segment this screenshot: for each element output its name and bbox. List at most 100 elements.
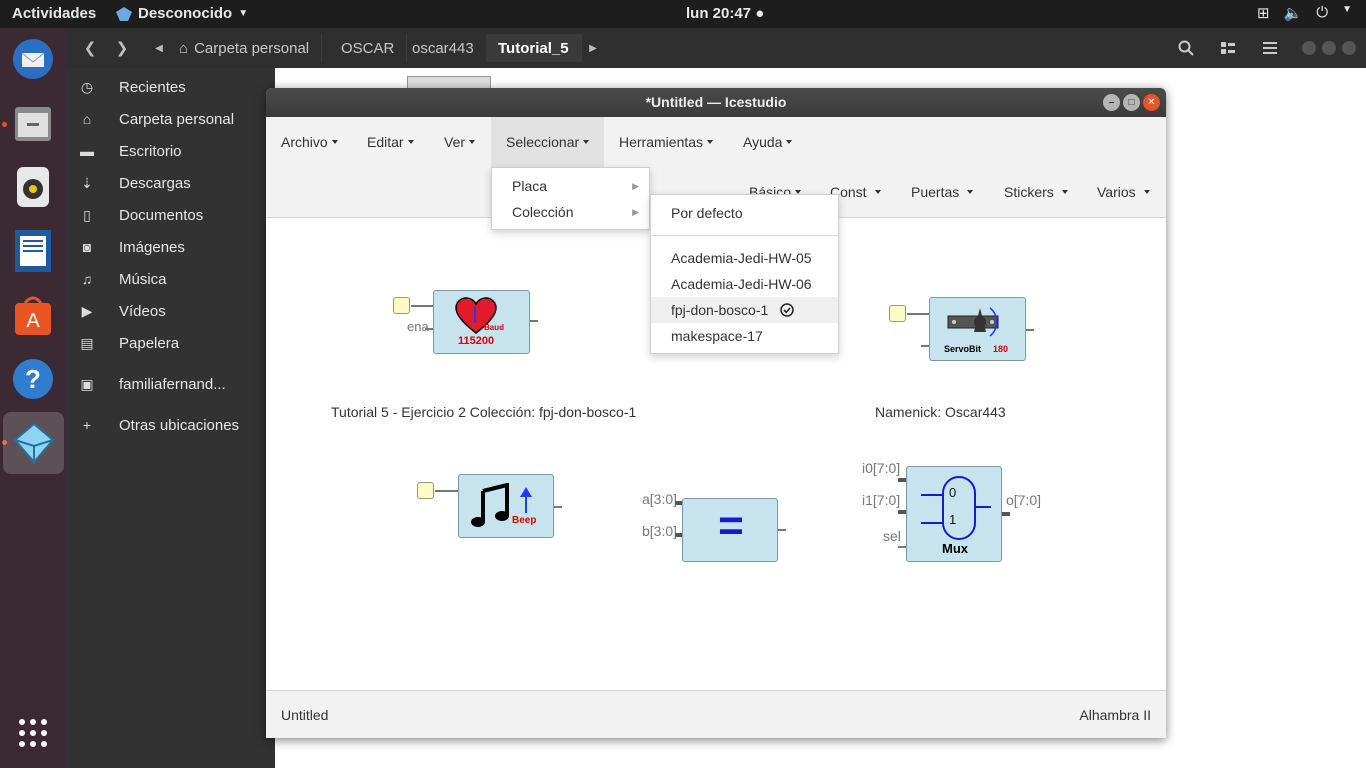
files-launcher[interactable] <box>8 98 58 148</box>
show-apps-button[interactable] <box>8 708 58 758</box>
sidebar-item-descargas[interactable]: ⇣ Descargas <box>67 169 275 197</box>
software-center-icon: A <box>15 296 51 335</box>
sidebar-item-documentos[interactable]: ▯ Documentos <box>67 201 275 229</box>
close-button[interactable] <box>1341 34 1357 62</box>
writer-launcher[interactable] <box>8 226 58 276</box>
info-note-namenick[interactable]: Namenick: Oscar443 <box>875 404 1006 420</box>
beep-block[interactable]: Beep <box>458 474 554 538</box>
board-name[interactable]: Alhambra II <box>1079 707 1151 723</box>
software-launcher[interactable]: A <box>8 290 58 340</box>
input-pin-box[interactable] <box>417 482 434 499</box>
sidebar-item-musica[interactable]: ♫ Música <box>67 265 275 293</box>
app-menu[interactable]: Desconocido ▼ <box>116 5 248 22</box>
servo-value: 180 <box>993 344 1009 354</box>
menu-ayuda[interactable]: Ayuda <box>728 117 807 167</box>
activities-button[interactable]: Actividades <box>12 5 96 22</box>
thunderbird-icon <box>13 39 53 79</box>
forward-button[interactable]: ❯ <box>107 34 137 62</box>
maximize-button[interactable] <box>1321 34 1337 62</box>
menu-divider <box>651 235 838 236</box>
bus-wire <box>1002 512 1010 516</box>
breadcrumb-oscar443[interactable]: oscar443 <box>400 34 487 62</box>
breadcrumb-home[interactable]: ⌂ Carpeta personal <box>167 34 323 62</box>
breadcrumb-oscar[interactable]: OSCAR <box>329 34 408 62</box>
wire <box>778 529 786 531</box>
sidebar-item-otras-ubicaciones[interactable]: + Otras ubicaciones <box>67 411 275 439</box>
menu-herramientas[interactable]: Herramientas <box>604 117 728 167</box>
sidebar-item-network-drive[interactable]: ▣ familiafernand... <box>67 370 275 398</box>
collection-item-fpj-don-bosco[interactable]: fpj-don-bosco-1 <box>651 297 838 323</box>
clock[interactable]: lun 20:47 ● <box>686 5 764 22</box>
collection-item-academia-06[interactable]: Academia-Jedi-HW-06 <box>651 271 838 297</box>
wire <box>554 506 562 508</box>
breadcrumb-scroll-right[interactable]: ▶ <box>585 34 601 62</box>
equal-comparator-block[interactable]: = <box>682 498 778 562</box>
collection-item-academia-05[interactable]: Academia-Jedi-HW-05 <box>651 245 838 271</box>
menu-editar[interactable]: Editar <box>352 117 429 167</box>
rhythmbox-launcher[interactable] <box>8 162 58 212</box>
menu-seleccionar[interactable]: Seleccionar <box>491 117 605 167</box>
minimize-button[interactable] <box>1301 34 1317 62</box>
sidebar-item-label: familiafernand... <box>119 375 226 393</box>
minimize-button[interactable]: – <box>1103 94 1120 111</box>
home-icon: ⌂ <box>82 111 92 127</box>
menu-ver[interactable]: Ver <box>429 117 490 167</box>
back-button[interactable]: ❮ <box>75 34 105 62</box>
baud-value: 115200 <box>458 335 495 347</box>
breadcrumb-tutorial5[interactable]: Tutorial_5 <box>486 34 582 62</box>
servo-block[interactable]: ServoBit 180 <box>929 297 1026 361</box>
icestudio-launcher[interactable] <box>3 412 64 474</box>
caret-down-icon <box>407 140 414 144</box>
menu-item-placa[interactable]: Placa ▶ <box>492 173 649 199</box>
sidebar-item-videos[interactable]: ▶ Vídeos <box>67 297 275 325</box>
music-icon: ♫ <box>81 271 93 287</box>
sidebar-item-carpeta-personal[interactable]: ⌂ Carpeta personal <box>67 105 275 133</box>
serial-tx-block[interactable]: Baud 115200 <box>433 290 530 354</box>
sidebar-item-imagenes[interactable]: ◙ Imágenes <box>67 233 275 261</box>
maximize-button[interactable]: □ <box>1123 94 1140 111</box>
wire <box>425 328 433 330</box>
port-label-b: b[3:0] <box>642 523 678 539</box>
app-icon <box>116 6 132 21</box>
caret-down-icon <box>786 140 793 144</box>
toolbar-puertas[interactable]: Puertas <box>911 167 974 217</box>
toolbar-varios[interactable]: Varios <box>1097 167 1150 217</box>
select-menu-dropdown: Placa ▶ Colección ▶ <box>491 167 650 230</box>
sidebar-item-recientes[interactable]: ◷ Recientes <box>67 73 275 101</box>
sidebar-item-label: Recientes <box>119 78 186 96</box>
video-icon: ▶ <box>81 302 93 319</box>
mux-block[interactable]: 0 1 Mux <box>906 466 1002 562</box>
menu-item-label: makespace-17 <box>671 328 763 344</box>
search-button[interactable] <box>1171 34 1201 62</box>
close-button[interactable]: ✕ <box>1143 94 1160 111</box>
caret-down-icon <box>469 140 476 144</box>
toolbar-label: Stickers <box>1004 184 1054 200</box>
camera-icon: ◙ <box>82 239 92 255</box>
help-launcher[interactable]: ? <box>8 354 58 404</box>
input-pin-box[interactable] <box>393 297 410 314</box>
toolbar-stickers[interactable]: Stickers <box>1004 167 1068 217</box>
sidebar-item-papelera[interactable]: ▤ Papelera <box>67 329 275 357</box>
breadcrumb-scroll-left[interactable]: ◀ <box>151 34 167 62</box>
collection-item-makespace[interactable]: makespace-17 <box>651 323 838 349</box>
menu-bar: Archivo Editar Ver Seleccionar Herramien… <box>266 117 1166 167</box>
system-tray[interactable]: ⊞ 🔈 ⏻ ▼ <box>1257 4 1352 22</box>
minimize-icon <box>1302 41 1316 55</box>
port-label-sel: sel <box>883 528 901 544</box>
sidebar-item-label: Papelera <box>119 334 180 352</box>
chevron-down-icon: ▼ <box>238 8 249 19</box>
thunderbird-launcher[interactable] <box>8 34 58 84</box>
collection-item-por-defecto[interactable]: Por defecto <box>651 200 838 226</box>
info-note-tutorial[interactable]: Tutorial 5 - Ejercicio 2 Colección: fpj-… <box>331 404 636 420</box>
view-toggle-button[interactable] <box>1213 34 1243 62</box>
menu-archivo[interactable]: Archivo <box>266 117 353 167</box>
menu-item-coleccion[interactable]: Colección ▶ <box>492 199 649 225</box>
input-pin-box[interactable] <box>889 305 906 322</box>
caret-right-icon: ▶ <box>632 206 639 217</box>
sidebar-item-escritorio[interactable]: ▬ Escritorio <box>67 137 275 165</box>
running-indicator <box>2 122 7 127</box>
caret-down-icon <box>583 140 590 144</box>
breadcrumb-label: Tutorial_5 <box>498 39 569 57</box>
servo-label: ServoBit <box>944 344 982 354</box>
menu-button[interactable] <box>1255 34 1285 62</box>
